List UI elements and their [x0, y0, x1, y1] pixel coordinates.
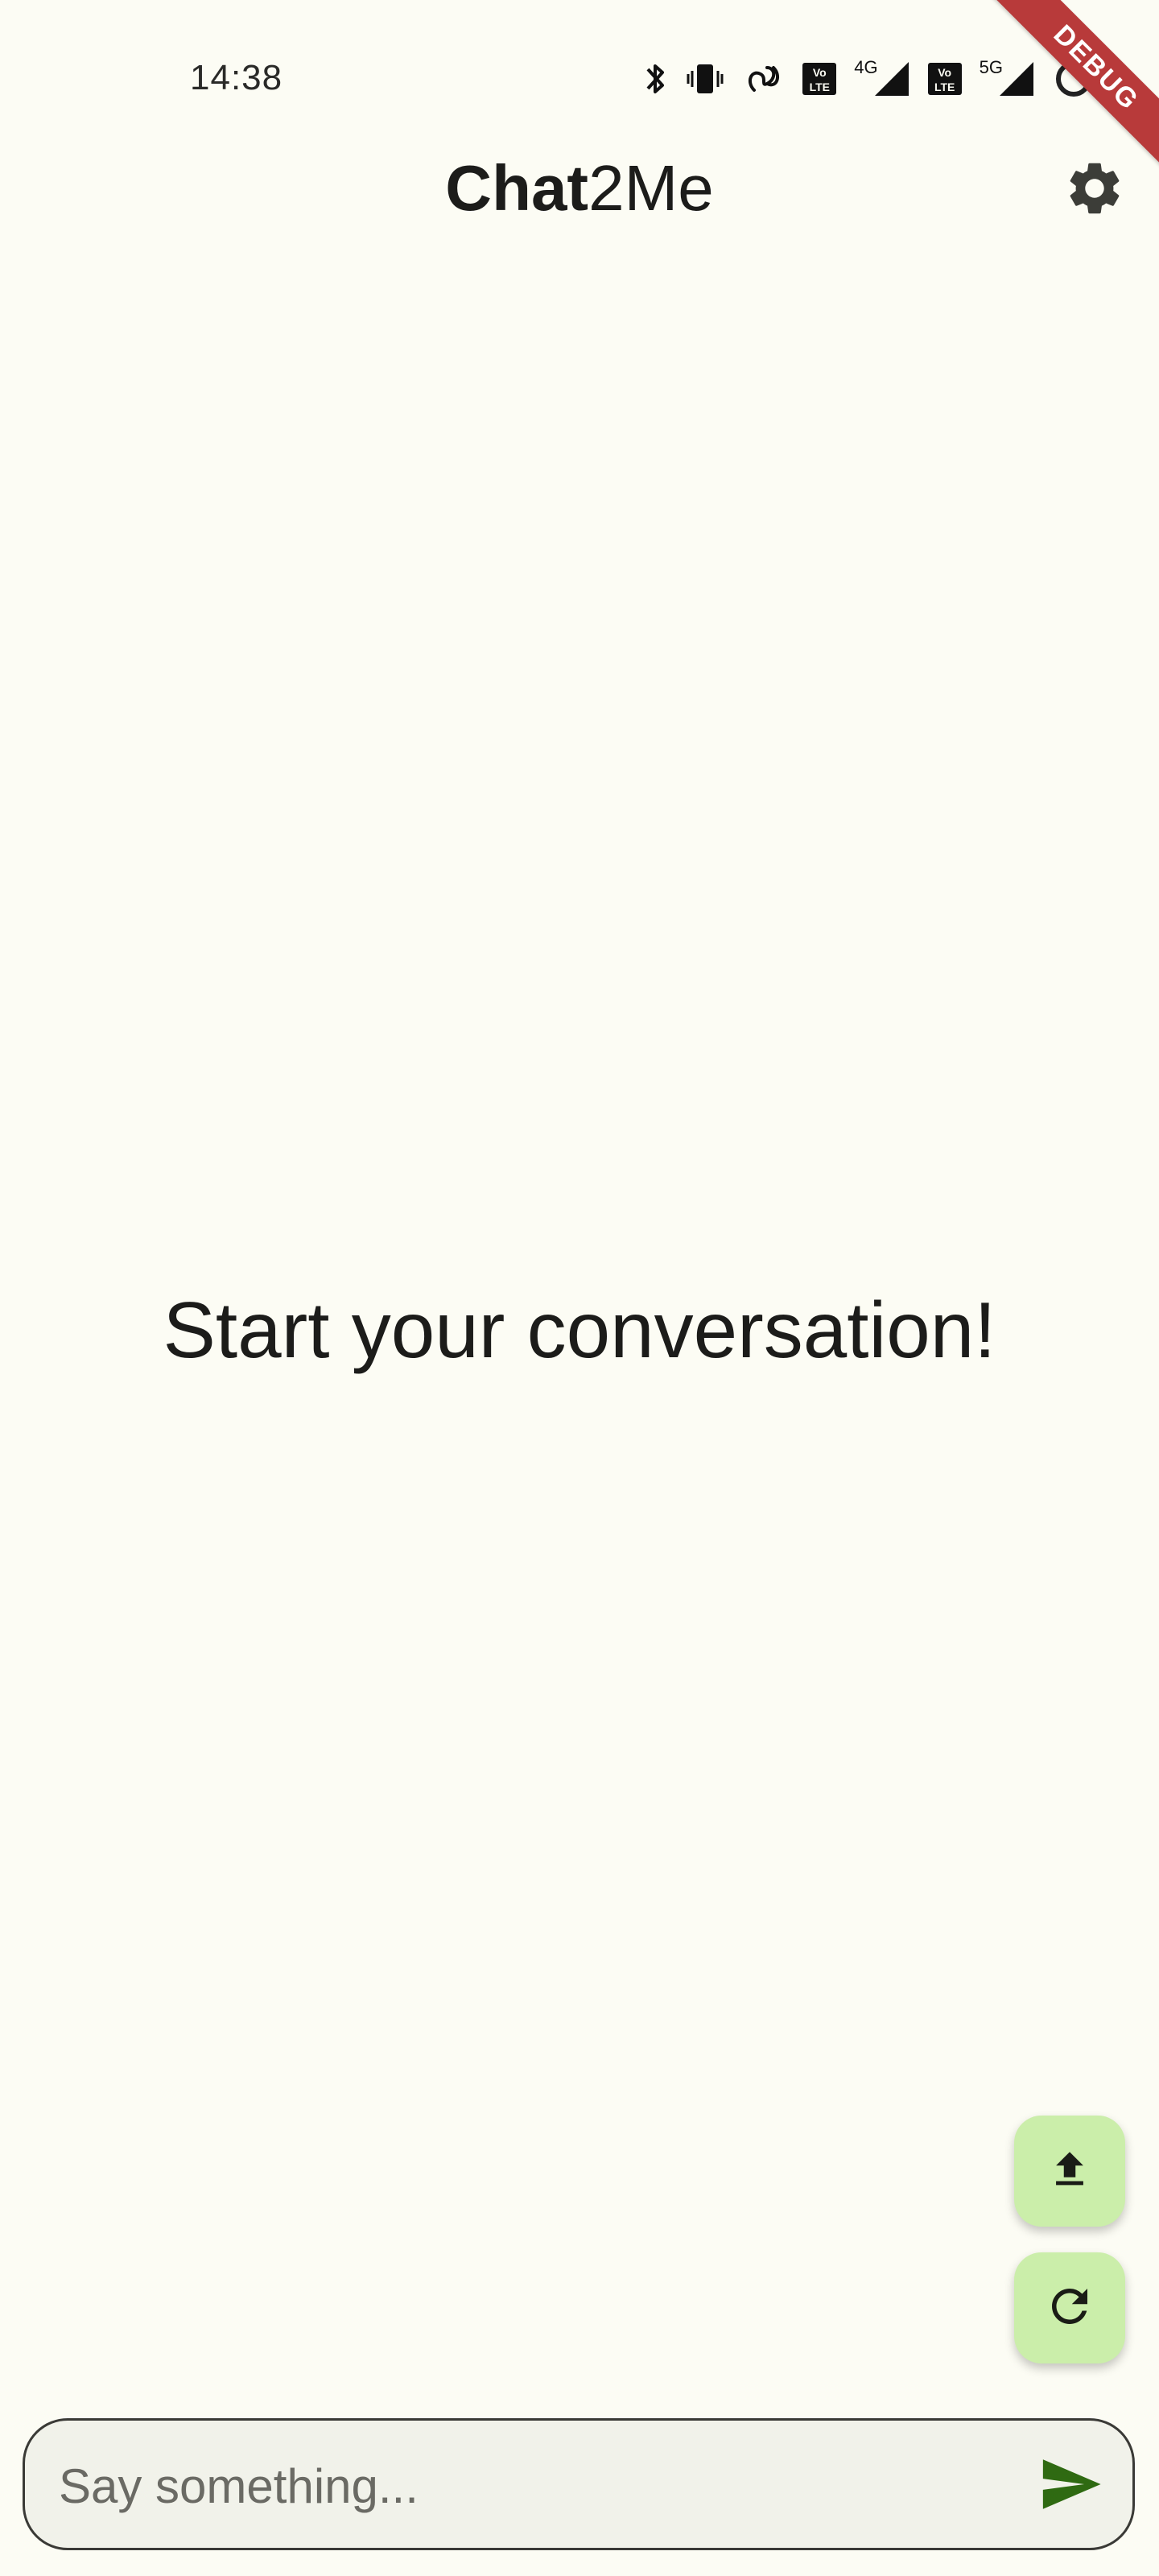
volte-icon: Vo LTE	[927, 63, 962, 95]
app-title-regular: 2Me	[588, 152, 714, 224]
status-time: 14:38	[190, 58, 283, 97]
send-icon	[1037, 2451, 1103, 2521]
upload-icon	[1046, 2146, 1093, 2197]
empty-state-message: Start your conversation!	[163, 1286, 996, 1374]
refresh-icon	[1043, 2280, 1096, 2337]
upload-button[interactable]	[1014, 2116, 1125, 2227]
message-input[interactable]	[57, 2445, 1010, 2527]
app-title: Chat2Me	[0, 151, 1159, 225]
bluetooth-icon	[643, 60, 667, 98]
app-bar: Chat2Me	[0, 145, 1159, 233]
status-bar: 14:38 Vo LTE 4G Vo LTE 5G	[0, 0, 1159, 153]
chat-screen: 14:38 Vo LTE 4G Vo LTE 5G DEBUG Chat2Me …	[0, 0, 1159, 2576]
hotspot-link-icon	[743, 60, 785, 98]
message-composer	[23, 2418, 1135, 2550]
vibrate-icon	[685, 60, 725, 98]
app-title-bold: Chat	[445, 152, 589, 224]
gear-icon	[1063, 157, 1126, 224]
refresh-button[interactable]	[1014, 2252, 1125, 2363]
status-icons: Vo LTE 4G Vo LTE 5G	[643, 55, 1095, 103]
settings-button[interactable]	[1061, 156, 1128, 224]
send-button[interactable]	[1034, 2450, 1107, 2522]
volte-icon: Vo LTE	[802, 63, 837, 95]
signal-4g-icon: 4G	[854, 57, 909, 97]
signal-5g-icon: 5G	[980, 57, 1035, 97]
